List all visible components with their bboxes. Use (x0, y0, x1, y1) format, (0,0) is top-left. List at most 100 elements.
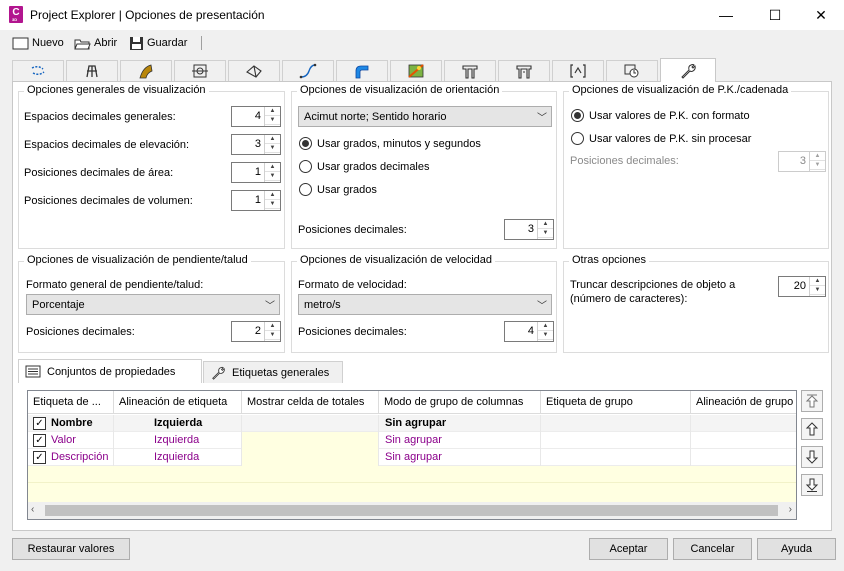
grid-empty-area (28, 466, 796, 503)
spin-up-icon[interactable]: ▲ (265, 163, 280, 172)
speed-format-select[interactable]: metro/s ﹀ (298, 294, 552, 315)
scroll-right-icon[interactable]: › (789, 504, 792, 515)
move-top-button[interactable] (801, 390, 823, 412)
checkbox-checked-icon[interactable]: ✓ (33, 434, 46, 447)
chevron-down-icon: ﹀ (537, 301, 547, 312)
tab-alignment[interactable] (12, 60, 64, 81)
spin-down-icon[interactable]: ▼ (538, 229, 553, 238)
col-header-label-alignment[interactable]: Alineación de etiqueta (114, 391, 242, 414)
save-button[interactable]: Guardar (129, 34, 187, 52)
tab-property-sets[interactable]: Conjuntos de propiedades (18, 359, 202, 383)
tab-display[interactable] (606, 60, 658, 81)
radio-degrees[interactable]: Usar grados (299, 183, 377, 196)
spin-up-icon[interactable]: ▲ (538, 322, 553, 331)
table-row[interactable]: ✓ Nombre Izquierda Sin agrupar (28, 415, 796, 432)
col-header-group-alignment[interactable]: Alineación de grupo (691, 391, 796, 414)
move-down-button[interactable] (801, 446, 823, 468)
checkbox-checked-icon[interactable]: ✓ (33, 451, 46, 464)
orientation-select[interactable]: Acimut norte; Sentido horario ﹀ (298, 106, 552, 127)
radio-formatted-station[interactable]: Usar valores de P.K. con formato (571, 109, 750, 122)
cancel-button[interactable]: Cancelar (673, 538, 752, 560)
spin-down-icon[interactable]: ▼ (265, 172, 280, 181)
speed-decimals-spinner[interactable]: 4 ▲ ▼ (504, 321, 554, 342)
elevation-decimals-spinner[interactable]: 3 ▲ ▼ (231, 134, 281, 155)
col-header-label[interactable]: Etiqueta de ... (28, 391, 114, 414)
radio-raw-station[interactable]: Usar valores de P.K. sin procesar (571, 132, 751, 145)
speed-format-label: Formato de velocidad: (298, 279, 407, 291)
tab-corridor[interactable] (120, 60, 172, 81)
scroll-left-icon[interactable]: ‹ (31, 504, 34, 515)
speed-decimals-value: 4 (527, 325, 534, 337)
tab-parcel[interactable] (66, 60, 118, 81)
radio-decimal-degrees[interactable]: Usar grados decimales (299, 160, 430, 173)
tab-bridge[interactable] (498, 60, 550, 81)
row-totals[interactable] (242, 449, 379, 466)
checkbox-checked-icon[interactable]: ✓ (33, 417, 46, 430)
slope-format-select[interactable]: Porcentaje ﹀ (26, 294, 280, 315)
tab-structure[interactable] (444, 60, 496, 81)
row-group-align[interactable] (691, 432, 796, 449)
radio-dms[interactable]: Usar grados, minutos y segundos (299, 137, 481, 150)
row-group-align[interactable] (691, 449, 796, 466)
truncate-spinner[interactable]: 20 ▲ ▼ (778, 276, 826, 297)
tab-section[interactable] (552, 60, 604, 81)
row-group-label[interactable] (541, 415, 691, 432)
spin-down-icon[interactable]: ▼ (265, 200, 280, 209)
accept-button[interactable]: Aceptar (589, 538, 668, 560)
open-button[interactable]: Abrir (74, 34, 117, 52)
col-header-show-totals[interactable]: Mostrar celda de totales (242, 391, 379, 414)
close-button[interactable]: ✕ (798, 0, 844, 30)
help-button[interactable]: Ayuda (757, 538, 836, 560)
general-decimals-spinner[interactable]: 4 ▲ ▼ (231, 106, 281, 127)
row-align[interactable]: Izquierda (114, 432, 242, 449)
row-totals[interactable] (242, 415, 379, 432)
spin-up-icon[interactable]: ▲ (265, 107, 280, 116)
col-header-group-mode[interactable]: Modo de grupo de columnas (379, 391, 541, 414)
tab-grading[interactable] (390, 60, 442, 81)
orientation-group: Opciones de visualización de orientación… (291, 84, 557, 249)
tab-surface[interactable] (228, 60, 280, 81)
station-group: Opciones de visualización de P.K./cadena… (563, 84, 829, 249)
spin-up-icon[interactable]: ▲ (265, 322, 280, 331)
horizontal-scrollbar[interactable]: ‹ › (28, 502, 796, 519)
row-group-mode[interactable]: Sin agrupar (379, 432, 541, 449)
restore-defaults-button[interactable]: Restaurar valores (12, 538, 130, 560)
area-decimals-spinner[interactable]: 1 ▲ ▼ (231, 162, 281, 183)
orientation-decimals-spinner[interactable]: 3 ▲ ▼ (504, 219, 554, 240)
new-button[interactable]: Nuevo (12, 34, 64, 52)
spin-down-icon[interactable]: ▼ (538, 331, 553, 340)
move-up-button[interactable] (801, 418, 823, 440)
row-group-mode[interactable]: Sin agrupar (379, 415, 541, 432)
spin-up-icon[interactable]: ▲ (265, 135, 280, 144)
spin-up-icon[interactable]: ▲ (538, 220, 553, 229)
row-align[interactable]: Izquierda (114, 449, 242, 466)
table-row[interactable]: ✓ Valor Izquierda Sin agrupar (28, 432, 796, 449)
maximize-button[interactable]: ☐ (752, 0, 798, 30)
move-down-icon (805, 450, 819, 464)
col-header-group-label[interactable]: Etiqueta de grupo (541, 391, 691, 414)
row-group-align[interactable] (691, 415, 796, 432)
row-group-label[interactable] (541, 432, 691, 449)
spin-down-icon[interactable]: ▼ (265, 331, 280, 340)
volume-decimals-spinner[interactable]: 1 ▲ ▼ (231, 190, 281, 211)
table-row[interactable]: ✓ Descripción Izquierda Sin agrupar (28, 449, 796, 466)
scrollbar-thumb[interactable] (45, 505, 778, 516)
row-align[interactable]: Izquierda (114, 415, 242, 432)
spin-up-icon[interactable]: ▲ (265, 191, 280, 200)
move-bottom-button[interactable] (801, 474, 823, 496)
spin-down-icon[interactable]: ▼ (810, 286, 825, 295)
row-totals[interactable] (242, 432, 379, 449)
slope-decimals-spinner[interactable]: 2 ▲ ▼ (231, 321, 281, 342)
tab-general[interactable] (660, 58, 716, 82)
spin-down-icon[interactable]: ▼ (265, 144, 280, 153)
tab-profile[interactable] (282, 60, 334, 81)
tab-general-labels[interactable]: Etiquetas generales (203, 361, 343, 383)
tab-pipe-network[interactable] (174, 60, 226, 81)
minimize-button[interactable]: — (703, 0, 749, 30)
spin-up-icon[interactable]: ▲ (810, 277, 825, 286)
slope-format-value: Porcentaje (32, 299, 85, 311)
tab-assembly[interactable] (336, 60, 388, 81)
spin-down-icon[interactable]: ▼ (265, 116, 280, 125)
row-group-mode[interactable]: Sin agrupar (379, 449, 541, 466)
row-group-label[interactable] (541, 449, 691, 466)
